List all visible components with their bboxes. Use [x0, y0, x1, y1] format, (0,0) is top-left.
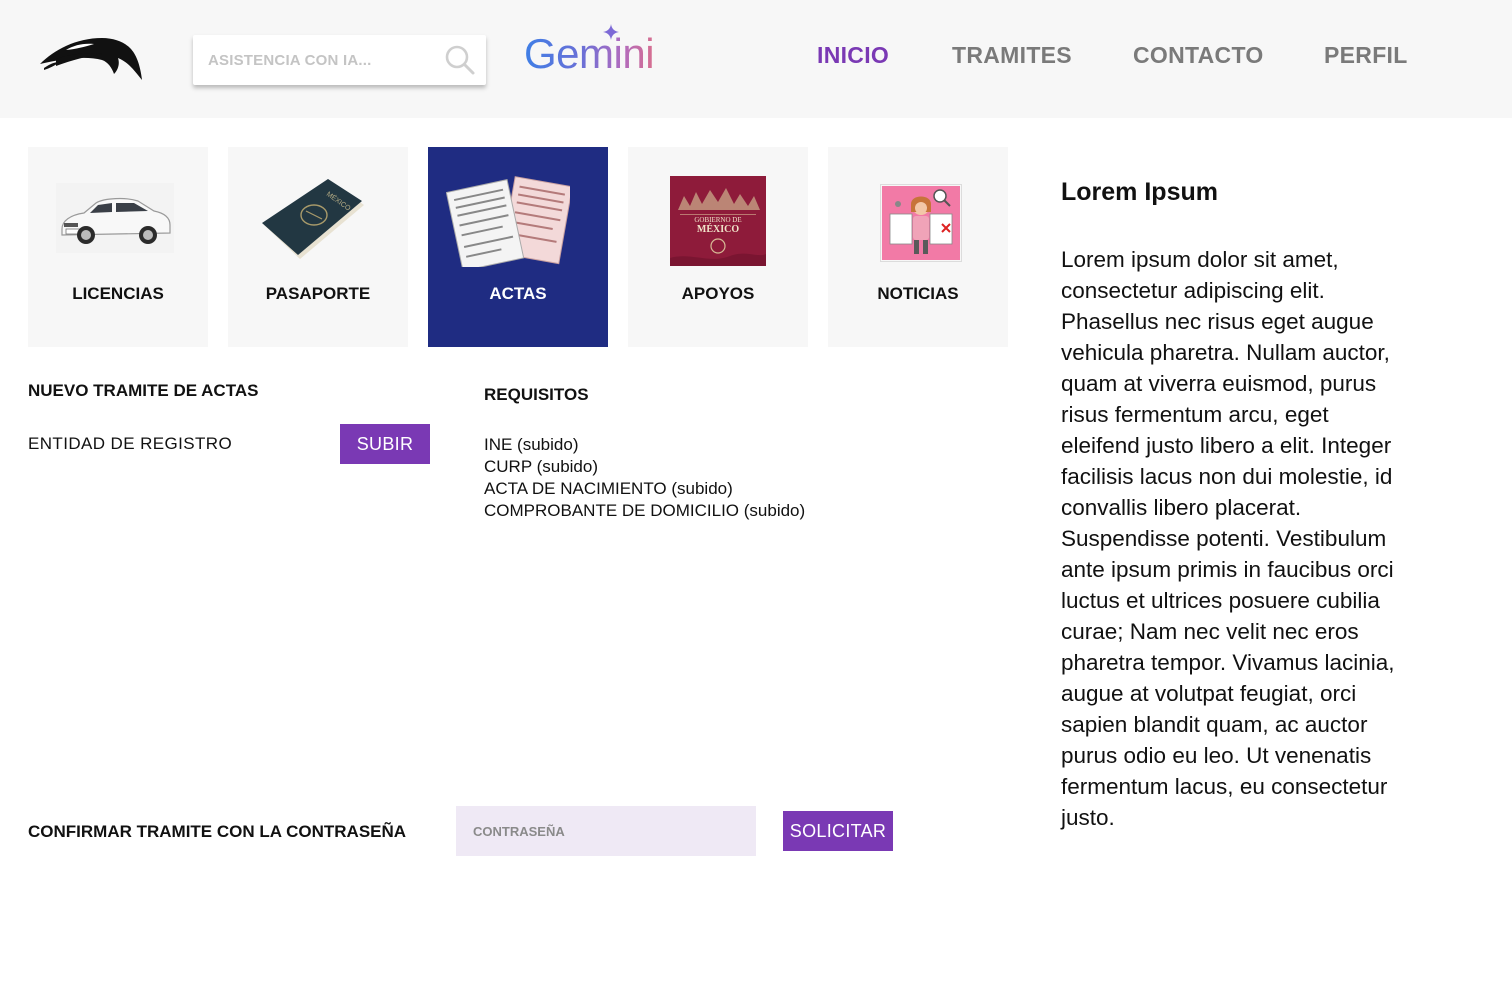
requirement-item: ACTA DE NACIMIENTO (subido): [484, 479, 733, 498]
gobierno-de-mexico-image: GOBIERNO DE MÉXICO: [670, 176, 766, 266]
gemini-wordmark: Gemini: [524, 30, 655, 77]
solicitar-button[interactable]: SOLICITAR: [783, 811, 893, 851]
svg-text:GOBIERNO DE: GOBIERNO DE: [694, 216, 741, 224]
tile-label: LICENCIAS: [72, 284, 164, 303]
entity-label: ENTIDAD DE REGISTRO: [28, 434, 233, 453]
tile-label: APOYOS: [681, 284, 755, 303]
news-illustration-image: [880, 184, 962, 262]
ai-search-box: [193, 35, 486, 85]
search-icon[interactable]: [444, 44, 476, 76]
requirement-item: INE (subido): [484, 435, 579, 454]
requirements-list: INE (subido) CURP (subido) ACTA DE NACIM…: [484, 434, 805, 522]
form-title: NUEVO TRAMITE DE ACTAS: [28, 381, 259, 400]
tile-label: PASAPORTE: [265, 284, 371, 303]
password-input[interactable]: [456, 806, 756, 856]
requirements-title: REQUISITOS: [484, 385, 589, 404]
category-tile-pasaporte[interactable]: MÉXICO PASAPORTE: [228, 147, 408, 347]
article-paragraph: Suspendisse potenti. Vestibulum ante ips…: [1061, 526, 1395, 830]
passport-image: MÉXICO: [262, 179, 364, 259]
category-tile-apoyos[interactable]: GOBIERNO DE MÉXICO APOYOS: [628, 147, 808, 347]
nav-inicio[interactable]: INICIO: [817, 42, 889, 76]
category-tile-licencias[interactable]: LICENCIAS: [28, 147, 208, 347]
dolphin-logo[interactable]: [36, 28, 146, 88]
top-header: Gemini INICIO TRAMITES CONTACTO PERFIL: [0, 0, 1512, 118]
gemini-logo[interactable]: Gemini: [524, 24, 656, 80]
sparkle-icon: [603, 24, 619, 40]
article-body: Lorem ipsum dolor sit amet, consectetur …: [1061, 244, 1406, 833]
nav-tramites[interactable]: TRAMITES: [952, 42, 1072, 76]
nav-contacto[interactable]: CONTACTO: [1133, 42, 1264, 76]
car-image: [56, 183, 174, 253]
tile-label: NOTICIAS: [877, 284, 959, 303]
nav-perfil[interactable]: PERFIL: [1324, 42, 1408, 76]
article-title: Lorem Ipsum: [1061, 178, 1218, 206]
article-paragraph: Lorem ipsum dolor sit amet, consectetur …: [1061, 247, 1393, 520]
certificate-documents-image: [446, 176, 570, 267]
upload-button[interactable]: SUBIR: [340, 424, 430, 464]
requirement-item: CURP (subido): [484, 457, 599, 476]
confirm-label: CONFIRMAR TRAMITE CON LA CONTRASEÑA: [28, 822, 407, 841]
tile-label: ACTAS: [489, 284, 547, 303]
category-tile-actas[interactable]: ACTAS: [428, 147, 608, 347]
category-tile-noticias[interactable]: NOTICIAS: [828, 147, 1008, 347]
ai-search-input[interactable]: [193, 35, 433, 85]
svg-text:MÉXICO: MÉXICO: [697, 223, 739, 235]
requirement-item: COMPROBANTE DE DOMICILIO (subido): [484, 501, 806, 520]
